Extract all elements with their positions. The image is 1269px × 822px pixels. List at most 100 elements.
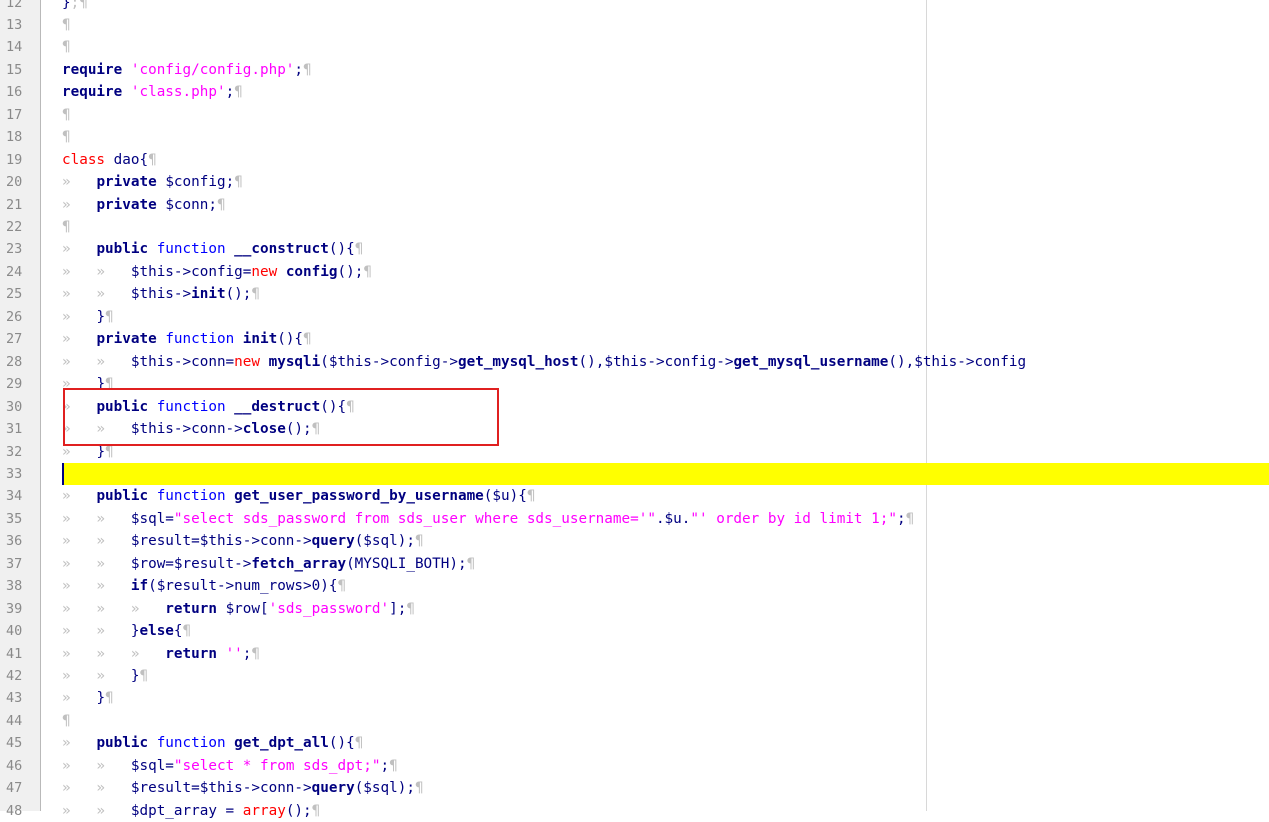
- code-line[interactable]: 45 » public function get_dpt_all(){¶: [0, 732, 1269, 755]
- code-line[interactable]: 20 » private $config;¶: [0, 171, 1269, 194]
- line-number: 30: [6, 398, 23, 415]
- code-line[interactable]: 22 ¶: [0, 216, 1269, 239]
- line-number: 43: [6, 690, 23, 707]
- code-line[interactable]: 12};¶: [0, 0, 1269, 14]
- code-line[interactable]: 33: [0, 462, 1269, 486]
- code-token: else: [139, 623, 174, 640]
- whitespace-marker: ¶: [234, 174, 243, 191]
- line-number: 23: [6, 241, 23, 258]
- code-token: $sql=: [130, 757, 174, 774]
- code-text: » public function __construct(){¶: [62, 238, 363, 261]
- code-token: }: [96, 308, 106, 325]
- code-line[interactable]: 43 » }¶: [0, 687, 1269, 710]
- code-token: {: [173, 623, 183, 640]
- code-token: if: [130, 578, 149, 595]
- code-line[interactable]: 26 » }¶: [0, 306, 1269, 329]
- whitespace-marker: » »: [62, 353, 131, 370]
- code-text: ¶: [62, 14, 71, 37]
- code-line[interactable]: 18 ¶: [0, 126, 1269, 149]
- line-number: 47: [6, 780, 23, 797]
- code-token: function: [165, 331, 243, 348]
- line-number: 46: [6, 757, 23, 774]
- line-number: 14: [6, 39, 23, 56]
- whitespace-marker: »: [62, 308, 97, 325]
- code-line[interactable]: 23 » public function __construct(){¶: [0, 238, 1269, 261]
- code-line[interactable]: 21 » private $conn;¶: [0, 194, 1269, 217]
- code-token: private: [96, 331, 166, 348]
- code-text: » private function init(){¶: [62, 328, 312, 351]
- code-token: $sql=: [130, 510, 174, 527]
- line-number: 36: [6, 533, 23, 550]
- code-token: ;: [225, 84, 235, 101]
- whitespace-marker: » »: [62, 780, 131, 797]
- line-number: 45: [6, 735, 23, 752]
- code-text: ¶: [62, 104, 71, 127]
- whitespace-marker: ¶: [337, 578, 347, 595]
- line-number: 37: [6, 555, 23, 572]
- code-line[interactable]: 16 require 'class.php';¶: [0, 81, 1269, 104]
- code-line[interactable]: 46 » » $sql="select * from sds_dpt;";¶: [0, 755, 1269, 778]
- whitespace-marker: » »: [62, 578, 131, 595]
- code-text: » private $config;¶: [62, 171, 243, 194]
- line-number: 38: [6, 578, 23, 595]
- code-line[interactable]: 24 » » $this->config=new config();¶: [0, 261, 1269, 284]
- whitespace-marker: ¶: [251, 286, 261, 303]
- code-line[interactable]: 38 » » if($result->num_rows>0){¶: [0, 575, 1269, 598]
- code-line[interactable]: 40 » » }else{¶: [0, 620, 1269, 643]
- line-number: 40: [6, 623, 23, 640]
- whitespace-marker: ¶: [62, 712, 71, 729]
- code-line[interactable]: 41 » » » return '';¶: [0, 643, 1269, 666]
- code-text: » }¶: [62, 306, 114, 329]
- code-line[interactable]: 35 » » $sql="select sds_password from sds…: [0, 508, 1269, 531]
- code-token: ];: [389, 600, 407, 617]
- code-line[interactable]: 39 » » » return $row['sds_password'];¶: [0, 598, 1269, 621]
- code-line[interactable]: 13 ¶: [0, 14, 1269, 37]
- code-line[interactable]: 47 » » $result=$this->conn->query($sql);¶: [0, 777, 1269, 800]
- code-token: query: [311, 780, 355, 797]
- code-token: get_dpt_all: [234, 735, 329, 752]
- code-line[interactable]: 19 class dao{¶: [0, 149, 1269, 172]
- code-text: » » $this->init();¶: [62, 283, 260, 306]
- code-token: $row=$result->: [130, 555, 252, 572]
- code-line[interactable]: 15 require 'config/config.php';¶: [0, 59, 1269, 82]
- whitespace-marker: »: [62, 196, 97, 213]
- whitespace-marker: » »: [62, 510, 131, 527]
- code-line[interactable]: 44 ¶: [0, 710, 1269, 733]
- whitespace-marker: ¶: [105, 690, 114, 707]
- code-line[interactable]: 37 » » $row=$result->fetch_array(MYSQLI_B…: [0, 553, 1269, 576]
- code-text: require 'class.php';¶: [62, 81, 243, 104]
- code-line[interactable]: 14 ¶: [0, 36, 1269, 59]
- code-line[interactable]: 28 » » $this->conn=new mysqli($this->conf…: [0, 351, 1269, 374]
- whitespace-marker: ¶: [414, 780, 424, 797]
- code-token: 'config/config.php': [130, 61, 295, 78]
- code-token: $config;: [165, 174, 235, 191]
- code-token: ;: [294, 61, 304, 78]
- code-token: private: [96, 174, 166, 191]
- whitespace-marker: ¶: [251, 645, 260, 662]
- code-token: ($this->config->: [320, 353, 458, 370]
- code-token: $this->config=: [130, 263, 252, 280]
- whitespace-marker: » » »: [62, 645, 166, 662]
- code-text: » }¶: [62, 687, 114, 710]
- code-line[interactable]: 36 » » $result=$this->conn->query($sql);¶: [0, 530, 1269, 553]
- code-text: » public function get_dpt_all(){¶: [62, 732, 363, 755]
- code-text: » » $sql="select sds_password from sds_u…: [62, 508, 914, 531]
- whitespace-marker: » »: [62, 623, 131, 640]
- code-token: (),$this->config: [888, 353, 1027, 370]
- whitespace-marker: » »: [62, 555, 131, 572]
- whitespace-marker: ¶: [62, 129, 71, 146]
- code-line[interactable]: 34 » public function get_user_password_by…: [0, 485, 1269, 508]
- line-number: 34: [6, 488, 23, 505]
- code-token: (){: [328, 735, 355, 752]
- code-text: » » » return $row['sds_password'];¶: [62, 598, 415, 621]
- code-line[interactable]: 17 ¶: [0, 104, 1269, 127]
- code-line[interactable]: 27 » private function init(){¶: [0, 328, 1269, 351]
- code-line[interactable]: 42 » » }¶: [0, 665, 1269, 688]
- code-token: function: [156, 241, 235, 258]
- code-token: get_mysql_username: [733, 353, 889, 370]
- whitespace-marker: ¶: [62, 106, 71, 123]
- line-number: 24: [6, 263, 23, 280]
- code-line[interactable]: 25 » » $this->init();¶: [0, 283, 1269, 306]
- code-token: $result=$this->conn->: [130, 780, 312, 797]
- code-token: '': [225, 645, 243, 662]
